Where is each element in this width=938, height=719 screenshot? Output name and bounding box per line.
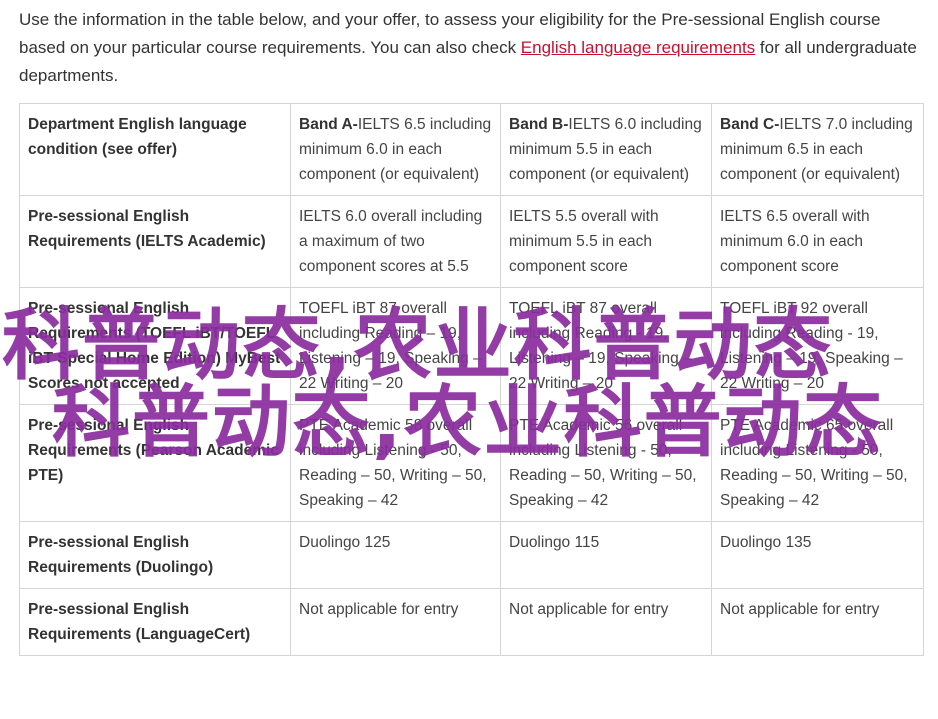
row-label: Pre-sessional English Requirements (Pear… [19,404,291,522]
cell-band-b: TOEFL iBT 87 overall including Reading -… [500,287,712,405]
table-row-pte: Pre-sessional English Requirements (Pear… [19,404,924,522]
cell-band-c: Not applicable for entry [711,588,924,656]
row-label: Pre-sessional English Requirements (Duol… [19,521,291,589]
cell-band-b: Duolingo 115 [500,521,712,589]
band-a-label: Band A- [299,116,358,133]
row-label: Pre-sessional English Requirements (TOEF… [19,287,291,405]
cell-band-a: Not applicable for entry [290,588,501,656]
band-c-label: Band C- [720,116,780,133]
row-label: Pre-sessional English Requirements (IELT… [19,195,291,288]
cell-band-c: IELTS 6.5 overall with minimum 6.0 in ea… [711,195,924,288]
cell-band-a: TOEFL iBT 87 overall including Reading –… [290,287,501,405]
cell-band-a: PTE Academic 58 overall including Listen… [290,404,501,522]
english-language-requirements-link[interactable]: English language requirements [521,38,755,57]
cell-band-c: PTE Academic 65 overall including Listen… [711,404,924,522]
table-row-ielts: Pre-sessional English Requirements (IELT… [19,195,924,288]
header-band-b: Band B-IELTS 6.0 including minimum 5.5 i… [500,103,712,196]
cell-band-c: Duolingo 135 [711,521,924,589]
intro-paragraph: Use the information in the table below, … [19,6,924,90]
cell-band-a: IELTS 6.0 overall including a maximum of… [290,195,501,288]
table-row-toefl: Pre-sessional English Requirements (TOEF… [19,287,924,405]
cell-band-b: IELTS 5.5 overall with minimum 5.5 in ea… [500,195,712,288]
header-band-c: Band C-IELTS 7.0 including minimum 6.5 i… [711,103,924,196]
cell-band-b: Not applicable for entry [500,588,712,656]
header-condition: Department English language condition (s… [19,103,291,196]
row-label: Pre-sessional English Requirements (Lang… [19,588,291,656]
table-header-row: Department English language condition (s… [19,103,924,196]
table-row-languagecert: Pre-sessional English Requirements (Lang… [19,588,924,656]
table-row-duolingo: Pre-sessional English Requirements (Duol… [19,521,924,589]
header-band-a: Band A-IELTS 6.5 including minimum 6.0 i… [290,103,501,196]
band-b-label: Band B- [509,116,569,133]
cell-band-b: PTE Academic 56 overall including Listen… [500,404,712,522]
requirements-table: Department English language condition (s… [19,103,924,656]
cell-band-a: Duolingo 125 [290,521,501,589]
cell-band-c: TOEFL iBT 92 overall including Reading -… [711,287,924,405]
